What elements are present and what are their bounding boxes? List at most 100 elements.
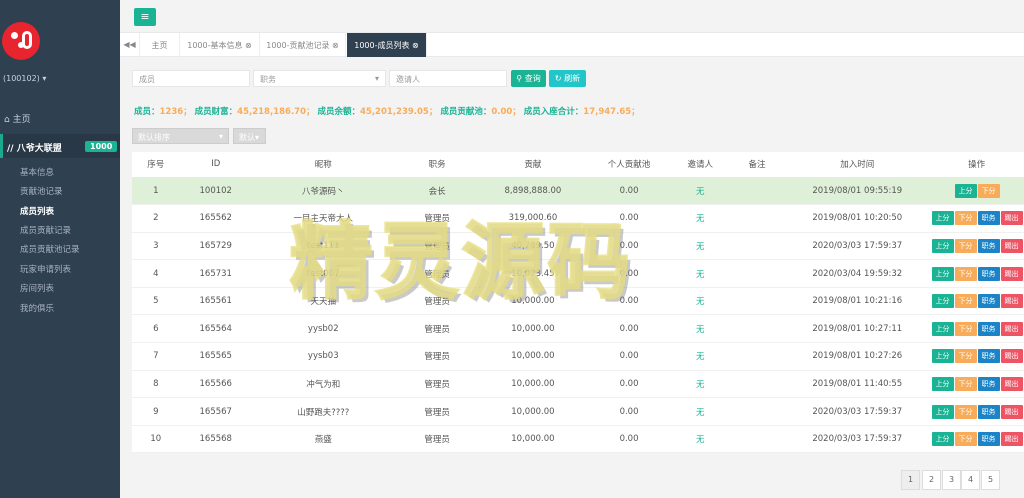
table-row[interactable]: 3 165729 test111 管理员 40,789.50 0.00 无 2020/03/0… bbox=[132, 232, 1024, 261]
up-button[interactable]: 上分 bbox=[954, 183, 977, 198]
table-row[interactable]: 10 165568 燕盛 管理员 10,000.00 0.00 无 2020/03/03 17… bbox=[132, 425, 1024, 454]
page-3[interactable]: 3 bbox=[942, 470, 961, 490]
table-cell: 无 bbox=[671, 232, 729, 261]
up-button[interactable]: 上分 bbox=[931, 238, 954, 253]
top-bar: ≡ bbox=[120, 0, 1024, 33]
sidebar-item-pool-records[interactable]: 贡献池记录 bbox=[20, 185, 63, 197]
user-dropdown[interactable]: (100102) ▾ bbox=[3, 74, 46, 83]
role-button[interactable]: 职务 bbox=[977, 238, 1000, 253]
tab-basic-info[interactable]: 1000-基本信息 ⊗ bbox=[180, 33, 260, 57]
table-row[interactable]: 6 165564 yysb02 管理员 10,000.00 0.00 无 2019/08/01… bbox=[132, 314, 1024, 344]
table-cell: 40,789.50 bbox=[479, 232, 587, 261]
table-cell: 165566 bbox=[179, 370, 252, 399]
down-button[interactable]: 下分 bbox=[954, 404, 977, 419]
role-button[interactable]: 职务 bbox=[977, 321, 1000, 336]
menu-toggle-button[interactable]: ≡ bbox=[134, 8, 156, 26]
down-button[interactable]: 下分 bbox=[954, 238, 977, 253]
page-1[interactable]: 1 bbox=[901, 470, 920, 490]
table-row[interactable]: 7 165565 yysb03 管理员 10,000.00 0.00 无 2019/08/01… bbox=[132, 342, 1024, 371]
sidebar-item-member-list[interactable]: 成员列表 bbox=[20, 205, 54, 217]
down-button[interactable]: 下分 bbox=[977, 183, 1000, 198]
row-actions: 上分 下分 职务 踢出 bbox=[929, 397, 1024, 426]
kick-button[interactable]: 踢出 bbox=[1000, 294, 1023, 309]
role-button[interactable]: 职务 bbox=[977, 404, 1000, 419]
table-cell: 8 bbox=[132, 370, 180, 399]
query-button[interactable]: ⚲ 查询 bbox=[511, 70, 546, 87]
table-row[interactable]: 4 165731 test007 管理员 10,023.45 0.00 无 2020/03/0… bbox=[132, 259, 1024, 288]
role-filter-label: 职务 bbox=[260, 75, 276, 84]
refresh-button[interactable]: ↻ 刷新 bbox=[549, 70, 586, 87]
role-filter-select[interactable]: 职务 ▾ bbox=[253, 70, 386, 87]
table-cell bbox=[728, 232, 786, 261]
down-button[interactable]: 下分 bbox=[954, 432, 977, 447]
member-filter-input[interactable]: 成员 bbox=[132, 70, 250, 87]
sort-select-label: 默认排序 bbox=[138, 133, 170, 142]
up-button[interactable]: 上分 bbox=[931, 294, 954, 309]
table-cell: 10,000.00 bbox=[479, 370, 587, 399]
role-button[interactable]: 职务 bbox=[977, 211, 1000, 226]
sidebar-item-my-club[interactable]: 我的俱乐 bbox=[20, 302, 54, 314]
table-row[interactable]: 8 165566 冲气为和 管理员 10,000.00 0.00 无 2019/08/01 1… bbox=[132, 370, 1024, 399]
table-row[interactable]: 2 165562 一目主天帝大人 管理员 319,000.60 0.00 无 2019/08/… bbox=[132, 204, 1024, 233]
kick-button[interactable]: 踢出 bbox=[1000, 238, 1023, 253]
kick-button[interactable]: 踢出 bbox=[1000, 432, 1023, 447]
down-button[interactable]: 下分 bbox=[954, 294, 977, 309]
up-button[interactable]: 上分 bbox=[931, 321, 954, 336]
stat-wealth-value: 45,218,186.70； bbox=[237, 107, 315, 117]
role-button[interactable]: 职务 bbox=[977, 294, 1000, 309]
down-button[interactable]: 下分 bbox=[954, 266, 977, 281]
sidebar-item-member-pool[interactable]: 成员贡献池记录 bbox=[20, 243, 80, 255]
default-select[interactable]: 默认▾ bbox=[233, 128, 266, 144]
kick-button[interactable]: 踢出 bbox=[1000, 211, 1023, 226]
table-cell: 2020/03/03 17:59:37 bbox=[785, 232, 930, 261]
sidebar-item-basic-info[interactable]: 基本信息 bbox=[20, 166, 54, 178]
up-button[interactable]: 上分 bbox=[931, 266, 954, 281]
kick-button[interactable]: 踢出 bbox=[1000, 376, 1023, 391]
chevron-down-icon: ▾ bbox=[218, 132, 223, 141]
up-button[interactable]: 上分 bbox=[931, 404, 954, 419]
kick-button[interactable]: 踢出 bbox=[1000, 321, 1023, 336]
tab-pool-records[interactable]: 1000-贡献池记录 ⊗ bbox=[260, 33, 346, 57]
up-button[interactable]: 上分 bbox=[931, 376, 954, 391]
up-button[interactable]: 上分 bbox=[931, 432, 954, 447]
table-cell: 管理员 bbox=[394, 397, 480, 426]
up-button[interactable]: 上分 bbox=[931, 211, 954, 226]
table-row[interactable]: 9 165567 山野跑夫???? 管理员 10,000.00 0.00 无 2020/03/… bbox=[132, 397, 1024, 426]
role-button[interactable]: 职务 bbox=[977, 266, 1000, 281]
down-button[interactable]: 下分 bbox=[954, 211, 977, 226]
page-2[interactable]: 2 bbox=[922, 470, 941, 490]
role-button[interactable]: 职务 bbox=[977, 349, 1000, 364]
page-4[interactable]: 4 bbox=[961, 470, 980, 490]
role-button[interactable]: 职务 bbox=[977, 376, 1000, 391]
column-header: 邀请人 bbox=[671, 152, 729, 178]
up-button[interactable]: 上分 bbox=[931, 349, 954, 364]
tab-home[interactable]: 主页 bbox=[140, 33, 180, 57]
table-cell: 冲气为和 bbox=[251, 370, 395, 399]
chevron-down-icon: ▾ bbox=[255, 133, 260, 142]
inviter-filter-input[interactable]: 邀请人 bbox=[389, 70, 507, 87]
sidebar-item-home[interactable]: ⌂ 主页 bbox=[4, 112, 31, 125]
sidebar-item-member-contrib[interactable]: 成员贡献记录 bbox=[20, 224, 71, 236]
page-5[interactable]: 5 bbox=[981, 470, 1000, 490]
sidebar-item-applications[interactable]: 玩家申请列表 bbox=[20, 263, 71, 275]
sort-select[interactable]: 默认排序 ▾ bbox=[132, 128, 229, 144]
kick-button[interactable]: 踢出 bbox=[1000, 266, 1023, 281]
column-header: 备注 bbox=[728, 152, 786, 178]
kick-button[interactable]: 踢出 bbox=[1000, 404, 1023, 419]
down-button[interactable]: 下分 bbox=[954, 321, 977, 336]
query-label: 查询 bbox=[524, 74, 541, 83]
table-cell: 5 bbox=[132, 287, 180, 316]
sidebar-group-club[interactable]: // 八爷大联盟 1000 bbox=[0, 134, 120, 158]
tab-member-list[interactable]: 1000-成员列表 ⊗ bbox=[347, 33, 427, 57]
stat-balance-label: 成员余额： bbox=[317, 107, 360, 117]
table-cell: 0.00 bbox=[586, 370, 672, 399]
table-row[interactable]: 1 100102 八爷源码丶 会长 8,898,888.00 0.00 无 2019/08/0… bbox=[132, 177, 1024, 206]
down-button[interactable]: 下分 bbox=[954, 376, 977, 391]
table-cell: 无 bbox=[671, 397, 729, 426]
table-row[interactable]: 5 165561 天天抽 管理员 10,000.00 0.00 无 2019/08/01 10… bbox=[132, 287, 1024, 316]
sidebar-item-rooms[interactable]: 房间列表 bbox=[20, 282, 54, 294]
down-button[interactable]: 下分 bbox=[954, 349, 977, 364]
tabs-back-icon[interactable]: ◀◀ bbox=[120, 33, 140, 57]
role-button[interactable]: 职务 bbox=[977, 432, 1000, 447]
kick-button[interactable]: 踢出 bbox=[1000, 349, 1023, 364]
